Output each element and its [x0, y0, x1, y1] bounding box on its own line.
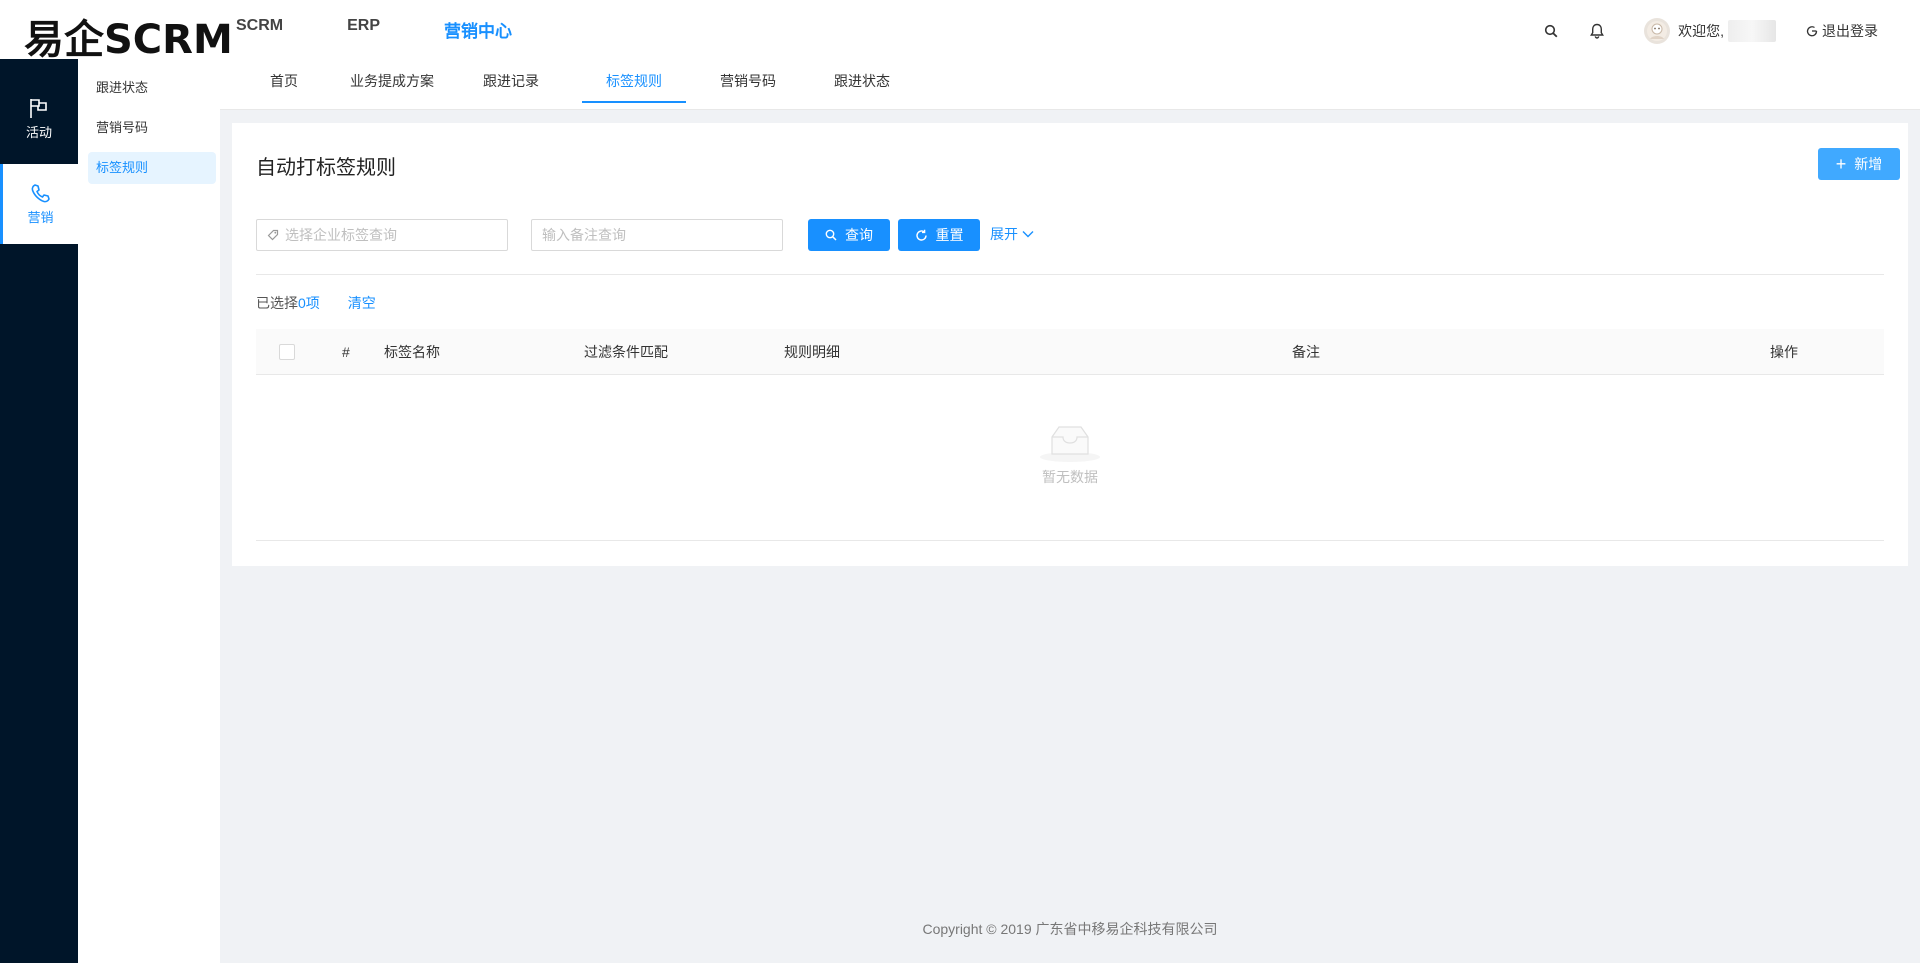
note-search-input[interactable]: 输入备注查询 — [531, 219, 783, 251]
clear-selection-link[interactable]: 清空 — [348, 293, 376, 313]
sidebar-item-marketing[interactable]: 营销 — [0, 164, 78, 244]
top-header: 易企SCRM SCRM ERP 营销中心 欢迎您, 退出登录 — [0, 0, 1920, 63]
column-rule-detail: 规则明细 — [784, 344, 840, 360]
subnav-tag-rules[interactable]: 标签规则 — [88, 152, 216, 184]
tab-follow-records[interactable]: 跟进记录 — [482, 59, 540, 103]
page-tabs: 首页 业务提成方案 跟进记录 标签规则 营销号码 跟进状态 — [220, 59, 1920, 110]
plus-icon: + — [1835, 154, 1847, 174]
app-logo[interactable]: 易企SCRM — [24, 7, 233, 65]
phone-icon — [31, 184, 50, 203]
tab-marketing-numbers[interactable]: 营销号码 — [719, 59, 777, 103]
query-button-label: 查询 — [845, 227, 873, 243]
tab-tag-rules[interactable]: 标签规则 — [582, 59, 686, 103]
add-button[interactable]: + 新增 — [1818, 148, 1900, 180]
logout-button[interactable]: 退出登录 — [1806, 21, 1878, 41]
subnav-follow-status[interactable]: 跟进状态 — [88, 72, 216, 104]
bell-icon[interactable] — [1586, 20, 1608, 42]
tag-icon — [267, 229, 279, 241]
tab-follow-status[interactable]: 跟进状态 — [833, 59, 891, 103]
selection-info: 已选择 0项 清空 — [256, 293, 376, 313]
select-all-checkbox[interactable] — [279, 344, 295, 360]
content-card: 自动打标签规则 + 新增 选择企业标签查询 输入备注查询 查询 重置 展开 已选… — [232, 123, 1908, 566]
table-empty-state: 暂无数据 — [256, 375, 1884, 541]
subnav-marketing-numbers[interactable]: 营销号码 — [88, 112, 216, 144]
divider — [256, 274, 1884, 275]
column-index: # — [342, 344, 350, 360]
query-button[interactable]: 查询 — [808, 219, 890, 251]
reset-button[interactable]: 重置 — [898, 219, 980, 251]
column-filter-match: 过滤条件匹配 — [584, 344, 668, 360]
tab-home[interactable]: 首页 — [264, 59, 304, 103]
welcome-text: 欢迎您, — [1678, 23, 1724, 39]
sidebar-item-label: 活动 — [25, 125, 52, 140]
footer-copyright: Copyright © 2019 广东省中移易企科技有限公司 — [922, 921, 1218, 937]
topnav-erp[interactable]: ERP — [347, 17, 380, 42]
top-nav: SCRM ERP 营销中心 — [236, 17, 576, 42]
logout-icon — [1806, 26, 1818, 37]
selected-prefix: 已选择 — [256, 295, 298, 311]
chevron-down-icon — [1022, 231, 1034, 238]
note-search-placeholder: 输入备注查询 — [542, 227, 626, 243]
tab-commission-plan[interactable]: 业务提成方案 — [349, 59, 435, 103]
topnav-scrm[interactable]: SCRM — [236, 17, 283, 42]
topnav-marketing-center[interactable]: 营销中心 — [444, 17, 512, 42]
reset-button-label: 重置 — [935, 227, 964, 243]
logout-label: 退出登录 — [1822, 23, 1878, 39]
reload-icon — [915, 229, 927, 241]
header-actions: 欢迎您, 退出登录 — [1540, 18, 1878, 44]
table-header: # 标签名称 过滤条件匹配 规则明细 备注 操作 — [256, 329, 1884, 375]
flag-icon — [30, 99, 47, 118]
page-title: 自动打标签规则 — [256, 157, 396, 179]
username-blurred — [1728, 20, 1776, 42]
empty-text: 暂无数据 — [1042, 469, 1098, 485]
expand-toggle[interactable]: 展开 — [990, 224, 1034, 244]
main-sidebar: 活动 营销 — [0, 59, 78, 963]
sidebar-item-activity[interactable]: 活动 — [0, 79, 78, 159]
column-actions: 操作 — [1770, 344, 1798, 360]
expand-label: 展开 — [990, 226, 1018, 242]
sidebar-item-label: 营销 — [27, 210, 54, 225]
tag-select-placeholder: 选择企业标签查询 — [285, 227, 397, 243]
empty-inbox-icon — [1040, 426, 1100, 462]
sub-sidebar: 跟进状态 营销号码 标签规则 — [78, 59, 220, 963]
add-button-label: 新增 — [1854, 156, 1883, 172]
selected-count: 0项 — [298, 295, 320, 311]
column-tag-name: 标签名称 — [384, 344, 440, 360]
empty-placeholder: 暂无数据 — [1038, 421, 1102, 487]
search-icon[interactable] — [1540, 20, 1562, 42]
tag-select-input[interactable]: 选择企业标签查询 — [256, 219, 508, 251]
column-note: 备注 — [1292, 344, 1320, 360]
avatar[interactable] — [1644, 18, 1671, 44]
search-icon — [825, 229, 837, 241]
